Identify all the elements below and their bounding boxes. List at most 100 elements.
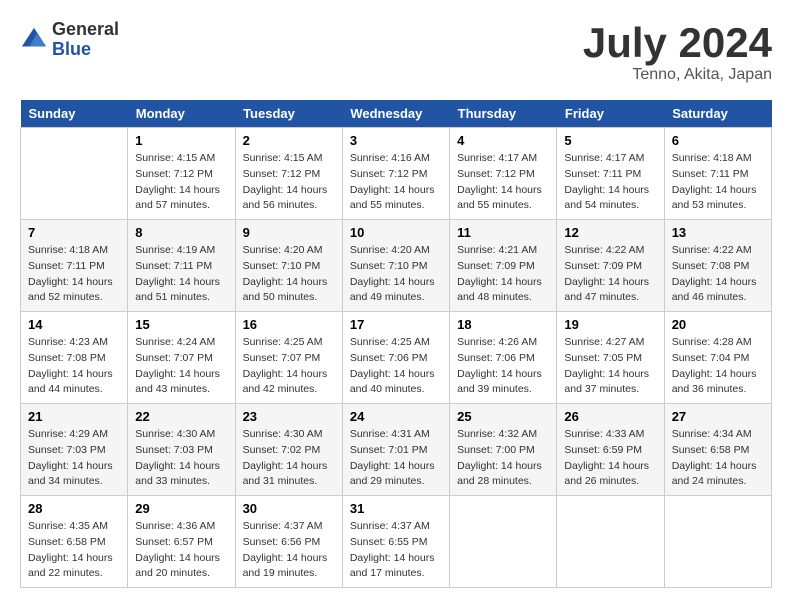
- calendar-cell: 15 Sunrise: 4:24 AMSunset: 7:07 PMDayligh…: [128, 312, 235, 404]
- calendar-cell: 13 Sunrise: 4:22 AMSunset: 7:08 PMDayligh…: [664, 220, 771, 312]
- day-header: Wednesday: [342, 100, 449, 128]
- day-info: Sunrise: 4:25 AMSunset: 7:06 PMDaylight:…: [350, 335, 442, 398]
- calendar-cell: 1 Sunrise: 4:15 AMSunset: 7:12 PMDaylight…: [128, 128, 235, 220]
- header-row: SundayMondayTuesdayWednesdayThursdayFrid…: [21, 100, 772, 128]
- day-number: 14: [28, 317, 120, 332]
- calendar-cell: 8 Sunrise: 4:19 AMSunset: 7:11 PMDaylight…: [128, 220, 235, 312]
- day-info: Sunrise: 4:29 AMSunset: 7:03 PMDaylight:…: [28, 427, 120, 490]
- day-number: 5: [564, 133, 656, 148]
- day-number: 10: [350, 225, 442, 240]
- calendar-cell: 26Sunrise: 4:33 AMSunset: 6:59 PMDayligh…: [557, 404, 664, 496]
- calendar-cell: 6 Sunrise: 4:18 AMSunset: 7:11 PMDaylight…: [664, 128, 771, 220]
- calendar-cell: 27Sunrise: 4:34 AMSunset: 6:58 PMDayligh…: [664, 404, 771, 496]
- calendar-cell: 4Sunrise: 4:17 AMSunset: 7:12 PMDaylight…: [450, 128, 557, 220]
- day-info: Sunrise: 4:18 AMSunset: 7:11 PMDaylight:…: [28, 243, 120, 306]
- day-info: Sunrise: 4:15 AMSunset: 7:12 PMDaylight:…: [135, 151, 227, 214]
- day-info: Sunrise: 4:22 AMSunset: 7:09 PMDaylight:…: [564, 243, 656, 306]
- day-info: Sunrise: 4:36 AMSunset: 6:57 PMDaylight:…: [135, 519, 227, 582]
- day-number: 8: [135, 225, 227, 240]
- day-number: 19: [564, 317, 656, 332]
- day-number: 6: [672, 133, 764, 148]
- day-number: 2: [243, 133, 335, 148]
- day-number: 22: [135, 409, 227, 424]
- day-number: 30: [243, 501, 335, 516]
- day-number: 16: [243, 317, 335, 332]
- day-number: 15: [135, 317, 227, 332]
- calendar-cell: [557, 496, 664, 588]
- day-info: Sunrise: 4:23 AMSunset: 7:08 PMDaylight:…: [28, 335, 120, 398]
- calendar-cell: 19 Sunrise: 4:27 AMSunset: 7:05 PMDayligh…: [557, 312, 664, 404]
- day-info: Sunrise: 4:18 AMSunset: 7:11 PMDaylight:…: [672, 151, 764, 214]
- calendar-cell: 9Sunrise: 4:20 AMSunset: 7:10 PMDaylight…: [235, 220, 342, 312]
- day-header: Friday: [557, 100, 664, 128]
- day-info: Sunrise: 4:22 AMSunset: 7:08 PMDaylight:…: [672, 243, 764, 306]
- day-info: Sunrise: 4:21 AMSunset: 7:09 PMDaylight:…: [457, 243, 549, 306]
- day-info: Sunrise: 4:34 AMSunset: 6:58 PMDaylight:…: [672, 427, 764, 490]
- day-info: Sunrise: 4:17 AMSunset: 7:11 PMDaylight:…: [564, 151, 656, 214]
- logo-blue: Blue: [52, 40, 119, 60]
- day-info: Sunrise: 4:25 AMSunset: 7:07 PMDaylight:…: [243, 335, 335, 398]
- calendar-cell: 20Sunrise: 4:28 AMSunset: 7:04 PMDayligh…: [664, 312, 771, 404]
- day-info: Sunrise: 4:35 AMSunset: 6:58 PMDaylight:…: [28, 519, 120, 582]
- day-number: 3: [350, 133, 442, 148]
- day-number: 24: [350, 409, 442, 424]
- subtitle: Tenno, Akita, Japan: [583, 66, 772, 84]
- day-number: 7: [28, 225, 120, 240]
- calendar-cell: 10Sunrise: 4:20 AMSunset: 7:10 PMDayligh…: [342, 220, 449, 312]
- week-row: 14 Sunrise: 4:23 AMSunset: 7:08 PMDayligh…: [21, 312, 772, 404]
- day-number: 25: [457, 409, 549, 424]
- week-row: 7 Sunrise: 4:18 AMSunset: 7:11 PMDaylight…: [21, 220, 772, 312]
- logo: General Blue: [20, 20, 119, 60]
- day-info: Sunrise: 4:32 AMSunset: 7:00 PMDaylight:…: [457, 427, 549, 490]
- calendar-cell: 18Sunrise: 4:26 AMSunset: 7:06 PMDayligh…: [450, 312, 557, 404]
- calendar-cell: 12 Sunrise: 4:22 AMSunset: 7:09 PMDayligh…: [557, 220, 664, 312]
- day-number: 13: [672, 225, 764, 240]
- calendar-cell: 14 Sunrise: 4:23 AMSunset: 7:08 PMDayligh…: [21, 312, 128, 404]
- calendar-cell: 17Sunrise: 4:25 AMSunset: 7:06 PMDayligh…: [342, 312, 449, 404]
- day-number: 21: [28, 409, 120, 424]
- calendar-cell: 16 Sunrise: 4:25 AMSunset: 7:07 PMDayligh…: [235, 312, 342, 404]
- calendar-cell: 7 Sunrise: 4:18 AMSunset: 7:11 PMDaylight…: [21, 220, 128, 312]
- day-number: 1: [135, 133, 227, 148]
- main-title: July 2024: [583, 20, 772, 66]
- day-header: Sunday: [21, 100, 128, 128]
- title-area: July 2024 Tenno, Akita, Japan: [583, 20, 772, 84]
- calendar-cell: 21 Sunrise: 4:29 AMSunset: 7:03 PMDayligh…: [21, 404, 128, 496]
- logo-text: General Blue: [52, 20, 119, 60]
- day-info: Sunrise: 4:15 AMSunset: 7:12 PMDaylight:…: [243, 151, 335, 214]
- day-number: 12: [564, 225, 656, 240]
- day-info: Sunrise: 4:33 AMSunset: 6:59 PMDaylight:…: [564, 427, 656, 490]
- calendar-cell: 23 Sunrise: 4:30 AMSunset: 7:02 PMDayligh…: [235, 404, 342, 496]
- week-row: 28Sunrise: 4:35 AMSunset: 6:58 PMDayligh…: [21, 496, 772, 588]
- day-info: Sunrise: 4:19 AMSunset: 7:11 PMDaylight:…: [135, 243, 227, 306]
- day-number: 23: [243, 409, 335, 424]
- day-number: 11: [457, 225, 549, 240]
- header: General Blue July 2024 Tenno, Akita, Jap…: [20, 20, 772, 84]
- day-header: Saturday: [664, 100, 771, 128]
- day-info: Sunrise: 4:26 AMSunset: 7:06 PMDaylight:…: [457, 335, 549, 398]
- calendar-cell: 2 Sunrise: 4:15 AMSunset: 7:12 PMDaylight…: [235, 128, 342, 220]
- day-info: Sunrise: 4:30 AMSunset: 7:03 PMDaylight:…: [135, 427, 227, 490]
- day-number: 29: [135, 501, 227, 516]
- day-info: Sunrise: 4:37 AMSunset: 6:56 PMDaylight:…: [243, 519, 335, 582]
- day-info: Sunrise: 4:24 AMSunset: 7:07 PMDaylight:…: [135, 335, 227, 398]
- day-header: Tuesday: [235, 100, 342, 128]
- day-number: 31: [350, 501, 442, 516]
- calendar-cell: 25 Sunrise: 4:32 AMSunset: 7:00 PMDayligh…: [450, 404, 557, 496]
- calendar-cell: 5 Sunrise: 4:17 AMSunset: 7:11 PMDaylight…: [557, 128, 664, 220]
- calendar-table: SundayMondayTuesdayWednesdayThursdayFrid…: [20, 100, 772, 588]
- day-info: Sunrise: 4:31 AMSunset: 7:01 PMDaylight:…: [350, 427, 442, 490]
- calendar-cell: 3 Sunrise: 4:16 AMSunset: 7:12 PMDaylight…: [342, 128, 449, 220]
- logo-general: General: [52, 20, 119, 40]
- day-info: Sunrise: 4:20 AMSunset: 7:10 PMDaylight:…: [243, 243, 335, 306]
- day-info: Sunrise: 4:16 AMSunset: 7:12 PMDaylight:…: [350, 151, 442, 214]
- calendar-cell: 31Sunrise: 4:37 AMSunset: 6:55 PMDayligh…: [342, 496, 449, 588]
- day-header: Thursday: [450, 100, 557, 128]
- calendar-cell: [664, 496, 771, 588]
- day-info: Sunrise: 4:30 AMSunset: 7:02 PMDaylight:…: [243, 427, 335, 490]
- day-info: Sunrise: 4:27 AMSunset: 7:05 PMDaylight:…: [564, 335, 656, 398]
- calendar-cell: 24 Sunrise: 4:31 AMSunset: 7:01 PMDayligh…: [342, 404, 449, 496]
- calendar-cell: 30 Sunrise: 4:37 AMSunset: 6:56 PMDayligh…: [235, 496, 342, 588]
- day-header: Monday: [128, 100, 235, 128]
- calendar-cell: 28Sunrise: 4:35 AMSunset: 6:58 PMDayligh…: [21, 496, 128, 588]
